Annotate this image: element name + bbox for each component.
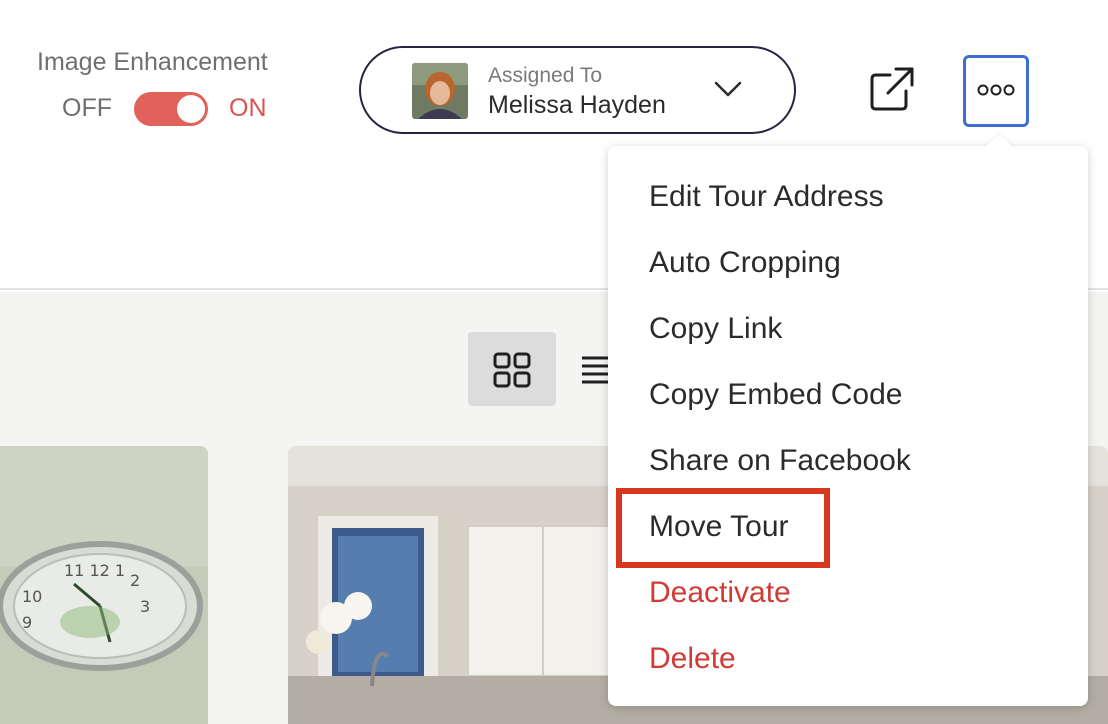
menu-item-delete[interactable]: Delete <box>649 642 736 676</box>
menu-item-move-tour[interactable]: Move Tour <box>649 510 789 544</box>
svg-text:10: 10 <box>22 587 42 606</box>
assignee-dropdown[interactable]: Assigned To Melissa Hayden <box>359 46 796 134</box>
menu-item-copy-link[interactable]: Copy Link <box>649 312 782 346</box>
grid-icon <box>493 352 531 388</box>
image-enhancement-label: Image Enhancement <box>37 48 268 76</box>
more-options-menu: Edit Tour Address Auto Cropping Copy Lin… <box>608 146 1088 706</box>
menu-item-deactivate[interactable]: Deactivate <box>649 576 791 610</box>
grid-view-button[interactable] <box>468 332 556 406</box>
toggle-knob <box>177 95 205 123</box>
assigned-to-label: Assigned To <box>488 64 603 87</box>
menu-item-copy-embed-code[interactable]: Copy Embed Code <box>649 378 902 412</box>
menu-caret <box>983 134 1015 148</box>
image-enhancement-toggle[interactable] <box>134 92 208 126</box>
svg-text:3: 3 <box>140 597 150 616</box>
toggle-off-label: OFF <box>62 94 112 122</box>
external-link-icon[interactable] <box>868 65 916 113</box>
clock-photo: 11 12 1 2 3 10 9 <box>0 446 208 724</box>
menu-item-auto-cropping[interactable]: Auto Cropping <box>649 246 841 280</box>
tour-card-thumbnail[interactable]: 11 12 1 2 3 10 9 <box>0 446 208 724</box>
menu-item-share-on-facebook[interactable]: Share on Facebook <box>649 444 911 478</box>
chevron-down-icon <box>714 81 742 97</box>
more-options-button[interactable] <box>963 55 1029 127</box>
more-horizontal-icon <box>977 84 1015 96</box>
avatar <box>412 63 468 119</box>
svg-text:2: 2 <box>130 571 140 590</box>
svg-text:11 12 1: 11 12 1 <box>64 561 125 580</box>
svg-text:9: 9 <box>22 613 32 632</box>
toggle-on-label: ON <box>229 94 267 122</box>
assignee-name: Melissa Hayden <box>488 91 666 119</box>
menu-item-edit-tour-address[interactable]: Edit Tour Address <box>649 180 884 214</box>
